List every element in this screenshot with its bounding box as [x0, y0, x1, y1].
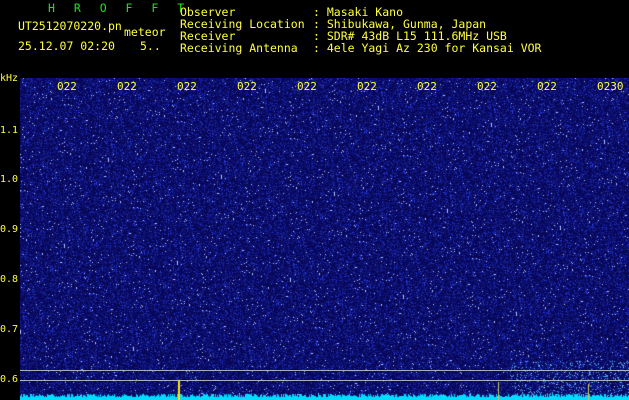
x-tick: 022: [357, 80, 377, 93]
antenna-label: Receiving Antenna: [180, 41, 298, 55]
date-time: 25.12.07 02:20: [18, 39, 115, 53]
file-name: UT2512070220.pn: [18, 19, 122, 33]
reference-line: [20, 370, 629, 371]
y-tick-0-8: 0.8: [0, 274, 19, 285]
y-tick-0-9: 0.9: [0, 224, 19, 235]
observation-type: meteor: [124, 25, 166, 39]
x-tick: 022: [537, 80, 557, 93]
spectrogram-plot: [20, 78, 629, 400]
x-tick: 022: [297, 80, 317, 93]
y-tick-1-0: 1.0: [0, 174, 19, 185]
x-tick: 022: [117, 80, 137, 93]
y-tick-0-6: 0.6: [0, 374, 19, 385]
x-tick: 022: [177, 80, 197, 93]
antenna-value: : 4ele Yagi Az 230 for Kansai VOR: [313, 41, 542, 55]
misc-value: 5..: [140, 39, 161, 53]
spectrogram-window: H R O F F T UT2512070220.pn meteor 25.12…: [0, 0, 629, 400]
app-title: H R O F F T: [48, 1, 191, 15]
reference-line: [20, 380, 629, 381]
x-tick: 022: [237, 80, 257, 93]
y-axis-unit: kHz: [0, 73, 19, 84]
x-tick: 0230: [597, 80, 624, 93]
y-tick-1-1: 1.1: [0, 125, 19, 136]
x-tick: 022: [417, 80, 437, 93]
y-tick-0-7: 0.7: [0, 324, 19, 335]
noise-canvas: [20, 78, 629, 400]
x-tick: 022: [477, 80, 497, 93]
x-tick: 022: [57, 80, 77, 93]
